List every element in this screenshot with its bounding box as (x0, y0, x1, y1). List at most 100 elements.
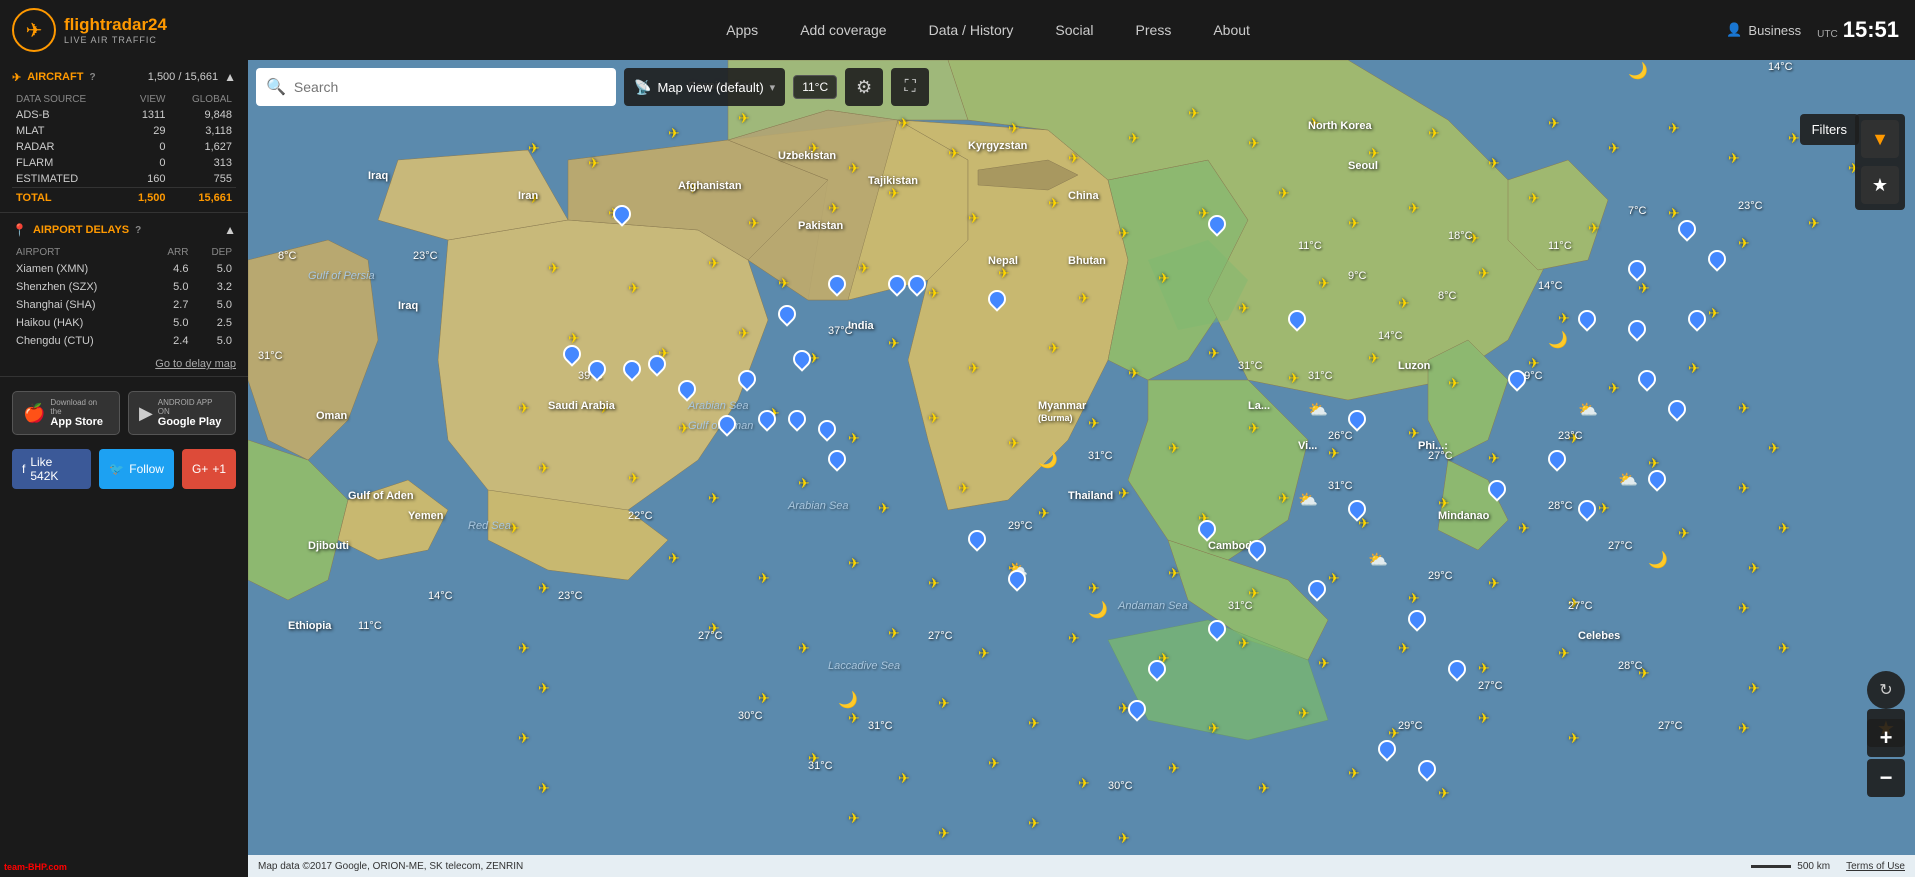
plane-icon: ✈ (1568, 730, 1580, 747)
rotate-button[interactable]: ↻ (1867, 671, 1905, 709)
plane-icon: ✈ (1348, 215, 1360, 232)
dep-xiamen: 5.0 (192, 260, 236, 278)
airport-header: AIRPORT (12, 245, 148, 260)
airport-marker (1198, 520, 1214, 540)
nav-add-coverage[interactable]: Add coverage (794, 14, 892, 46)
plane-icon: ✈ (1158, 270, 1170, 287)
app-store-button[interactable]: 🍎 Download on the App Store (12, 391, 120, 435)
zoom-controls: + − (1867, 719, 1905, 797)
airport-marker (988, 290, 1004, 310)
plane-icon: ✈ (1408, 425, 1420, 442)
plane-icon: ✈ (628, 280, 640, 297)
plane-icon: ✈ (1318, 275, 1330, 292)
plane-icon: ✈ (848, 810, 860, 827)
plane-icon: ✈ (1008, 435, 1020, 452)
terms-link[interactable]: Terms of Use (1846, 861, 1905, 872)
global-total: 15,661 (169, 188, 236, 207)
global-flarm: 313 (169, 155, 236, 171)
aircraft-count: 1,500 / 15,661 (148, 71, 218, 83)
scale-indicator: 500 km (1751, 861, 1830, 872)
aircraft-chevron-icon[interactable]: ▲ (224, 70, 236, 84)
dep-chengdu: 5.0 (192, 332, 236, 350)
plane-icon: ✈ (738, 110, 750, 127)
google-plus-button[interactable]: G+ +1 (182, 449, 236, 489)
delays-help-icon[interactable]: ? (135, 225, 141, 236)
plane-icon: ✈ (1398, 640, 1410, 657)
search-input[interactable] (294, 79, 606, 95)
plane-icon: ✈ (538, 460, 550, 477)
plane-icon: ✈ (1398, 295, 1410, 312)
plane-icon: ✈ (1328, 570, 1340, 587)
map-area[interactable]: Iraq Iran Afghanistan Uzbekistan Tajikis… (248, 60, 1915, 877)
nav-press[interactable]: Press (1130, 14, 1178, 46)
twitter-follow-button[interactable]: 🐦 Follow (99, 449, 174, 489)
airport-marker (588, 360, 604, 380)
star-icon: ★ (1872, 175, 1888, 196)
delays-chevron-icon[interactable]: ▲ (224, 223, 236, 237)
plane-icon: ✈ (1238, 635, 1250, 652)
plane-icon: ✈ (1048, 340, 1060, 357)
plane-icon: ✈ (1278, 185, 1290, 202)
search-box[interactable]: 🔍 (256, 68, 616, 106)
plane-icon: ✈ (1118, 225, 1130, 242)
plane-icon: ✈ (848, 555, 860, 572)
filter-funnel-button[interactable]: ▼ (1861, 120, 1899, 158)
plane-icon: ✈ (1028, 715, 1040, 732)
plane-icon: ✈ (1208, 345, 1220, 362)
plane-icon: ✈ (738, 325, 750, 342)
fullscreen-button[interactable]: ⛶ (891, 68, 929, 106)
facebook-like-button[interactable]: f Like 542K (12, 449, 91, 489)
plane-icon: ✈ (858, 260, 870, 277)
airport-marker (793, 350, 809, 370)
settings-button[interactable]: ⚙ (845, 68, 883, 106)
plane-icon: ✈ (1748, 680, 1760, 697)
nav-social[interactable]: Social (1049, 14, 1099, 46)
filter-star-button[interactable]: ★ (1861, 166, 1899, 204)
social-row: f Like 542K 🐦 Follow G+ +1 (0, 445, 248, 499)
plane-icon: ✈ (1808, 215, 1820, 232)
go-to-delay-link[interactable]: Go to delay map (12, 358, 236, 370)
rotate-icon: ↻ (1879, 680, 1892, 700)
twitter-follow-label: Follow (129, 462, 164, 476)
airport-marker (1128, 700, 1144, 720)
arr-haikou: 5.0 (148, 314, 192, 332)
logo-tagline: LIVE AIR TRAFFIC (64, 35, 167, 45)
aircraft-label: AIRCRAFT (27, 71, 83, 83)
plane-icon: ✈ (1738, 400, 1750, 417)
airport-xiamen: Xiamen (XMN) (12, 260, 148, 278)
table-row: MLAT 29 3,118 (12, 123, 236, 139)
plane-icon: ✈ (1608, 380, 1620, 397)
weather-moon-icon: 🌙 (838, 690, 858, 710)
airport-marker (1348, 410, 1364, 430)
google-play-button[interactable]: ▶ ANDROID APP ON Google Play (128, 391, 236, 435)
plane-icon: ✈ (1678, 525, 1690, 542)
plane-icon: ✈ (1088, 580, 1100, 597)
arr-shanghai: 2.7 (148, 296, 192, 314)
google-plus-icon: G+ (192, 462, 208, 476)
global-ads-b: 9,848 (169, 107, 236, 123)
user-account[interactable]: 👤 Business (1726, 22, 1801, 38)
nav-about[interactable]: About (1207, 14, 1256, 46)
nav-data-history[interactable]: Data / History (923, 14, 1020, 46)
plane-icon: ✈ (538, 580, 550, 597)
weather-moon2-icon: 🌙 (1088, 600, 1108, 620)
delays-header: 📍 AIRPORT DELAYS ? ▲ (12, 223, 236, 237)
zoom-out-button[interactable]: − (1867, 759, 1905, 797)
map-view-selector[interactable]: 📡 Map view (default) ▾ (624, 68, 785, 106)
nav-apps[interactable]: Apps (720, 14, 764, 46)
airport-marker (1708, 250, 1724, 270)
plane-icon: ✈ (888, 335, 900, 352)
airport-marker (828, 450, 844, 470)
airport-marker (788, 410, 804, 430)
plane-icon: ✈ (1448, 375, 1460, 392)
twitter-icon: 🐦 (109, 462, 124, 476)
plane-icon: ✈ (928, 575, 940, 592)
plane-icon: ✈ (978, 645, 990, 662)
google-play-name: Google Play (158, 416, 225, 428)
filters-label[interactable]: Filters (1800, 114, 1859, 145)
aircraft-help-icon[interactable]: ? (89, 72, 95, 83)
zoom-in-button[interactable]: + (1867, 719, 1905, 757)
delay-row: Haikou (HAK) 5.0 2.5 (12, 314, 236, 332)
fullscreen-icon: ⛶ (905, 78, 916, 96)
plane-icon: ✈ (988, 755, 1000, 772)
